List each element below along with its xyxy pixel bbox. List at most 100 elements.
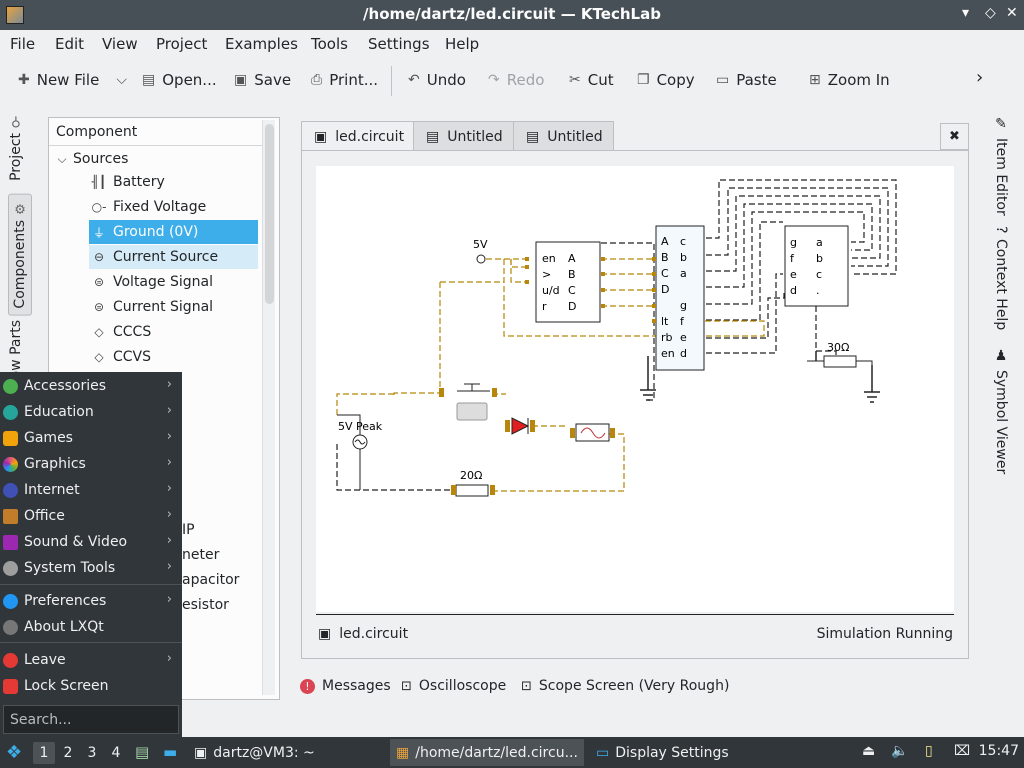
tab-components[interactable]: Components ⚙ (8, 194, 32, 316)
task-ktechlab[interactable]: ▦/home/dartz/led.circu... (390, 739, 584, 766)
clock[interactable]: 15:47 (979, 743, 1019, 759)
menu-view[interactable]: View (102, 35, 138, 53)
tab-project[interactable]: Project ⚲ (8, 114, 24, 181)
tab-scope-screen[interactable]: ⊡ Scope Screen (Very Rough) (521, 678, 729, 694)
svg-text:rb: rb (661, 331, 673, 344)
menu-office[interactable]: Office › (0, 503, 182, 529)
tab-untitled-2[interactable]: ▤ Untitled (513, 121, 614, 151)
component-cccs[interactable]: ◇ CCCS (89, 320, 259, 344)
component-partial-3[interactable]: apacitor (182, 568, 239, 592)
file-manager-icon[interactable]: ▤ (135, 743, 149, 761)
component-partial-1[interactable]: IP (182, 518, 195, 542)
taskbar: ❖ 1 2 3 4 ▤ ▬ ▣ dartz@VM3: ~ ▦/home/dartz… (0, 737, 1024, 768)
maximize-button[interactable]: ◇ (985, 5, 996, 21)
menu-separator (0, 642, 182, 643)
menu-help[interactable]: Help (445, 35, 479, 53)
component-current-signal[interactable]: ⊜ Current Signal (89, 295, 259, 319)
scrollbar-thumb[interactable] (265, 124, 274, 304)
tab-untitled-1[interactable]: ▤ Untitled (413, 121, 514, 151)
svg-text:A: A (661, 235, 669, 248)
menu-search-input[interactable]: Search... (3, 705, 179, 734)
tray-storage-icon[interactable]: ⏏ (862, 743, 875, 759)
component-battery[interactable]: ╢┃ Battery (89, 170, 259, 194)
menu-graphics[interactable]: Graphics › (0, 451, 182, 477)
component-ccvs[interactable]: ◇ CCVS (89, 345, 259, 369)
close-tab-button[interactable]: ✖ (940, 123, 969, 150)
menu-leave[interactable]: Leave › (0, 647, 182, 673)
menu-games[interactable]: Games › (0, 425, 182, 451)
svg-text:C: C (568, 284, 576, 297)
chevron-down-icon[interactable]: ⌵ (116, 72, 127, 88)
menu-about-lxqt[interactable]: About LXQt (0, 614, 182, 640)
menu-education[interactable]: Education › (0, 399, 182, 425)
label-5v: 5V (473, 238, 488, 251)
scrollbar-track[interactable] (262, 120, 275, 695)
menu-examples[interactable]: Examples (225, 35, 298, 53)
menu-accessories[interactable]: Accessories › (0, 373, 182, 399)
component-fixed-voltage[interactable]: ○- Fixed Voltage (89, 195, 259, 219)
new-file-button[interactable]: ✚ New File ⌵ (18, 71, 127, 89)
svg-text:D: D (661, 283, 669, 296)
network-icon[interactable]: ⌧ (954, 743, 970, 759)
tab-led-circuit[interactable]: ▣ led.circuit (301, 121, 414, 151)
tree-category-sources[interactable]: ⌵ Sources (55, 147, 128, 171)
document-icon: ▤ (426, 128, 440, 145)
menu-internet[interactable]: Internet › (0, 477, 182, 503)
task-terminal[interactable]: ▣ dartz@VM3: ~ (188, 739, 321, 766)
zoom-in-icon: ⊞ (809, 72, 821, 88)
minimize-button[interactable]: ▾ (962, 5, 969, 21)
menu-system-tools[interactable]: System Tools › (0, 555, 182, 581)
chevron-right-icon: › (166, 651, 172, 666)
tab-symbol-viewer[interactable]: ♟ Symbol Viewer (993, 348, 1009, 474)
component-ground[interactable]: ⏚ Ground (0V) (89, 220, 258, 244)
component-current-source[interactable]: ⊖ Current Source (89, 245, 258, 269)
menu-file[interactable]: File (10, 35, 35, 53)
menu-settings[interactable]: Settings (368, 35, 430, 53)
tab-oscilloscope[interactable]: ⊡ Oscilloscope (401, 678, 506, 694)
resistor-20[interactable] (455, 484, 489, 497)
desktop-2[interactable]: 2 (57, 742, 79, 764)
tab-item-editor[interactable]: ✎ Item Editor (993, 116, 1009, 216)
clipboard-icon[interactable]: ▯ (925, 743, 933, 759)
component-voltage-signal[interactable]: ⊜ Voltage Signal (89, 270, 259, 294)
menu-tools[interactable]: Tools (311, 35, 348, 53)
undo-button[interactable]: ↶ Undo (408, 71, 466, 89)
menu-preferences[interactable]: Preferences › (0, 588, 182, 614)
circuit-diagram[interactable]: 5V en > u/d r A B C D A B C D lt rb en c… (316, 166, 954, 612)
app-launcher-icon[interactable]: ❖ (6, 742, 22, 763)
desktop-3[interactable]: 3 (81, 742, 103, 764)
open-button[interactable]: ▤ Open... (142, 71, 217, 89)
resistor-30[interactable] (823, 355, 857, 368)
save-button[interactable]: ▣ Save (234, 71, 291, 89)
accessories-icon (3, 378, 18, 394)
tab-messages[interactable]: ! Messages (300, 678, 391, 694)
cut-button[interactable]: ✂ Cut (569, 71, 614, 89)
paste-button[interactable]: ▭ Paste (716, 71, 777, 89)
volume-icon[interactable]: 🔈 (891, 743, 908, 759)
window-title: /home/dartz/led.circuit — KTechLab (363, 5, 661, 23)
toolbar-overflow-button[interactable]: › (976, 67, 983, 88)
redo-button[interactable]: ↷ Redo (488, 71, 544, 89)
svg-text:en: en (542, 252, 556, 265)
zoom-in-button[interactable]: ⊞ Zoom In (809, 71, 890, 89)
desktop-4[interactable]: 4 (105, 742, 127, 764)
close-button[interactable]: ✕ (1006, 5, 1018, 21)
led-component[interactable] (511, 417, 530, 435)
component-partial-4[interactable]: esistor (182, 593, 229, 617)
task-display-settings[interactable]: ▭ Display Settings (590, 739, 735, 766)
menu-lock-screen[interactable]: Lock Screen (0, 673, 182, 699)
project-icon: ⚲ (8, 114, 24, 129)
menu-project[interactable]: Project (156, 35, 207, 53)
menu-bar: File Edit View Project Examples Tools Se… (0, 30, 1024, 58)
print-button[interactable]: ⎙ Print... (311, 71, 378, 89)
symbol-viewer-icon: ♟ (993, 348, 1009, 364)
component-partial-2[interactable]: neter (182, 543, 219, 567)
copy-button[interactable]: ❐ Copy (637, 71, 695, 89)
menu-sound-video[interactable]: Sound & Video › (0, 529, 182, 555)
show-desktop-icon[interactable]: ▬ (163, 743, 177, 761)
svg-text:lt: lt (661, 315, 669, 328)
desktop-1[interactable]: 1 (33, 742, 55, 764)
push-switch[interactable] (456, 402, 488, 421)
menu-edit[interactable]: Edit (55, 35, 84, 53)
tab-context-help[interactable]: ? Context Help (993, 226, 1009, 331)
